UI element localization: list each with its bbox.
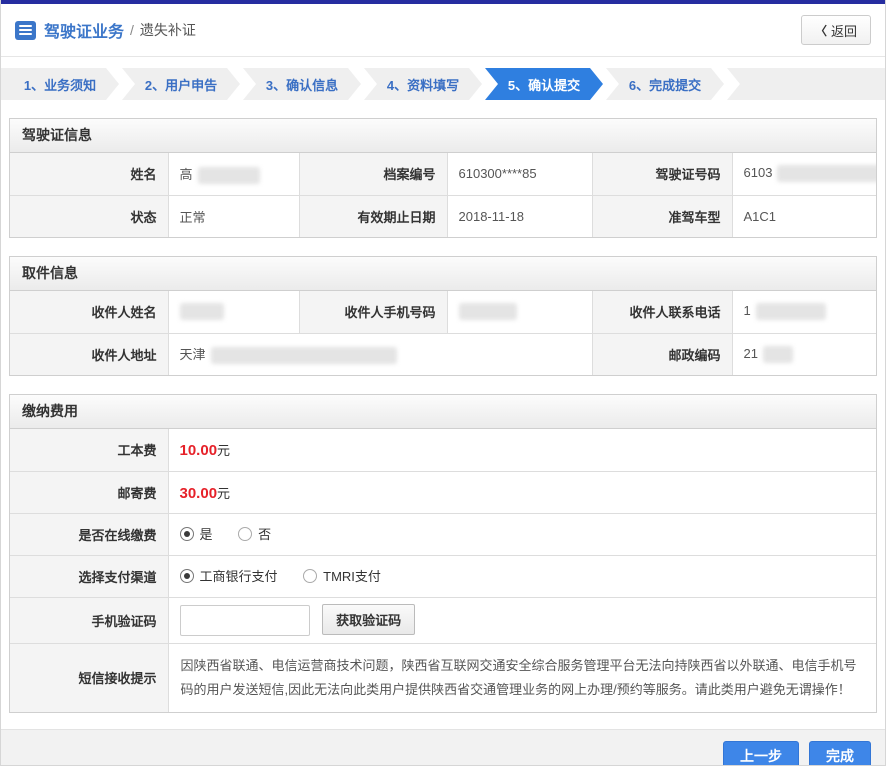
channel-icbc-radio[interactable]: 工商银行支付 [180, 566, 278, 585]
recipient-mobile-value [447, 291, 592, 333]
chevron-left-icon: 〈 [815, 22, 827, 39]
table-row: 状态 正常 有效期止日期 2018-11-18 准驾车型 A1C1 [10, 195, 876, 237]
valid-until-label: 有效期止日期 [299, 195, 447, 237]
sms-notice-label: 短信接收提示 [10, 643, 168, 712]
online-payment-options: 是 否 [168, 513, 876, 555]
recipient-address-label: 收件人地址 [10, 333, 168, 375]
breadcrumb-separator: / [130, 22, 134, 38]
table-row: 是否在线缴费 是 否 [10, 513, 876, 555]
table-row: 姓名 高 档案编号 610300****85 驾驶证号码 6103 [10, 153, 876, 195]
tab-step-6[interactable]: 6、完成提交 [606, 68, 724, 100]
redacted-blur [211, 347, 397, 364]
postal-code-label: 邮政编码 [592, 333, 732, 375]
online-payment-label: 是否在线缴费 [10, 513, 168, 555]
status-value: 正常 [168, 195, 299, 237]
pickup-info-section: 取件信息 收件人姓名 收件人手机号码 收件人联系电话 1 收件人地址 天津 邮政… [9, 256, 877, 376]
payment-table: 工本费 10.00元 邮寄费 30.00元 是否在线缴费 是 否 选择支付渠道 … [10, 429, 876, 712]
redacted-blur [180, 303, 224, 320]
table-row: 短信接收提示 因陕西省联通、电信运营商技术问题，陕西省互联网交通安全综合服务管理… [10, 643, 876, 712]
radio-unselected-icon [238, 527, 252, 541]
recipient-address-value: 天津 [168, 333, 592, 375]
page-title-primary: 驾驶证业务 [44, 18, 124, 42]
recipient-name-label: 收件人姓名 [10, 291, 168, 333]
tab-step-2[interactable]: 2、用户申告 [122, 68, 240, 100]
recipient-mobile-label: 收件人手机号码 [299, 291, 447, 333]
postal-code-value: 21 [732, 333, 876, 375]
file-no-value: 610300****85 [447, 153, 592, 195]
vehicle-class-value: A1C1 [732, 195, 876, 237]
tab-step-4[interactable]: 4、资料填写 [364, 68, 482, 100]
tab-step-5-active[interactable]: 5、确认提交 [485, 68, 603, 100]
payment-section: 缴纳费用 工本费 10.00元 邮寄费 30.00元 是否在线缴费 是 否 选择… [9, 394, 877, 713]
radio-unselected-icon [303, 569, 317, 583]
radio-label: 是 [200, 524, 213, 543]
pickup-info-table: 收件人姓名 收件人手机号码 收件人联系电话 1 收件人地址 天津 邮政编码 21 [10, 291, 876, 375]
sms-code-input[interactable] [180, 605, 310, 636]
license-info-table: 姓名 高 档案编号 610300****85 驾驶证号码 6103 状态 正常 … [10, 153, 876, 237]
production-fee-value: 10.00元 [168, 429, 876, 471]
header: 驾驶证业务 / 遗失补证 〈 返回 [1, 4, 885, 57]
license-no-label: 驾驶证号码 [592, 153, 732, 195]
pickup-info-title: 取件信息 [10, 257, 876, 291]
radio-label: 否 [258, 524, 271, 543]
page-title-secondary: 遗失补证 [140, 20, 196, 40]
back-button[interactable]: 〈 返回 [801, 15, 871, 45]
status-label: 状态 [10, 195, 168, 237]
get-code-button[interactable]: 获取验证码 [322, 604, 415, 635]
payment-channel-label: 选择支付渠道 [10, 555, 168, 597]
back-button-label: 返回 [831, 21, 857, 40]
payment-channel-options: 工商银行支付 TMRI支付 [168, 555, 876, 597]
table-row: 邮寄费 30.00元 [10, 471, 876, 513]
mailing-fee-value: 30.00元 [168, 471, 876, 513]
page: 驾驶证业务 / 遗失补证 〈 返回 1、业务须知 2、用户申告 3、确认信息 4… [0, 0, 886, 766]
step-tabs: 1、业务须知 2、用户申告 3、确认信息 4、资料填写 5、确认提交 6、完成提… [1, 68, 885, 100]
sms-code-field-cell: 获取验证码 [168, 597, 876, 643]
table-row: 工本费 10.00元 [10, 429, 876, 471]
step-tabs-filler [727, 68, 885, 100]
table-row: 选择支付渠道 工商银行支付 TMRI支付 [10, 555, 876, 597]
license-no-value: 6103 [732, 153, 876, 195]
production-fee-label: 工本费 [10, 429, 168, 471]
recipient-phone-label: 收件人联系电话 [592, 291, 732, 333]
redacted-blur [777, 165, 876, 182]
file-no-label: 档案编号 [299, 153, 447, 195]
radio-selected-icon [180, 527, 194, 541]
redacted-blur [459, 303, 517, 320]
sms-code-label: 手机验证码 [10, 597, 168, 643]
channel-tmri-radio[interactable]: TMRI支付 [303, 566, 381, 585]
redacted-blur [756, 303, 826, 320]
finish-button[interactable]: 完成 [809, 741, 871, 766]
radio-selected-icon [180, 569, 194, 583]
table-row: 收件人地址 天津 邮政编码 21 [10, 333, 876, 375]
vehicle-class-label: 准驾车型 [592, 195, 732, 237]
name-label: 姓名 [10, 153, 168, 195]
redacted-blur [198, 167, 260, 184]
footer-action-bar: 上一步 完成 [1, 729, 885, 766]
sms-notice-text: 因陕西省联通、电信运营商技术问题，陕西省互联网交通安全综合服务管理平台无法向持陕… [168, 643, 876, 712]
mailing-fee-label: 邮寄费 [10, 471, 168, 513]
payment-title: 缴纳费用 [10, 395, 876, 429]
tab-step-3[interactable]: 3、确认信息 [243, 68, 361, 100]
online-pay-no-radio[interactable]: 否 [238, 524, 271, 543]
table-row: 手机验证码 获取验证码 [10, 597, 876, 643]
document-list-icon [15, 21, 36, 40]
radio-label: 工商银行支付 [200, 566, 278, 585]
redacted-blur [763, 346, 793, 363]
recipient-name-value [168, 291, 299, 333]
online-pay-yes-radio[interactable]: 是 [180, 524, 213, 543]
table-row: 收件人姓名 收件人手机号码 收件人联系电话 1 [10, 291, 876, 333]
recipient-phone-value: 1 [732, 291, 876, 333]
license-info-title: 驾驶证信息 [10, 119, 876, 153]
previous-step-button[interactable]: 上一步 [723, 741, 799, 766]
tab-step-1[interactable]: 1、业务须知 [1, 68, 119, 100]
name-value: 高 [168, 153, 299, 195]
radio-label: TMRI支付 [323, 566, 381, 585]
valid-until-value: 2018-11-18 [447, 195, 592, 237]
license-info-section: 驾驶证信息 姓名 高 档案编号 610300****85 驾驶证号码 6103 … [9, 118, 877, 238]
